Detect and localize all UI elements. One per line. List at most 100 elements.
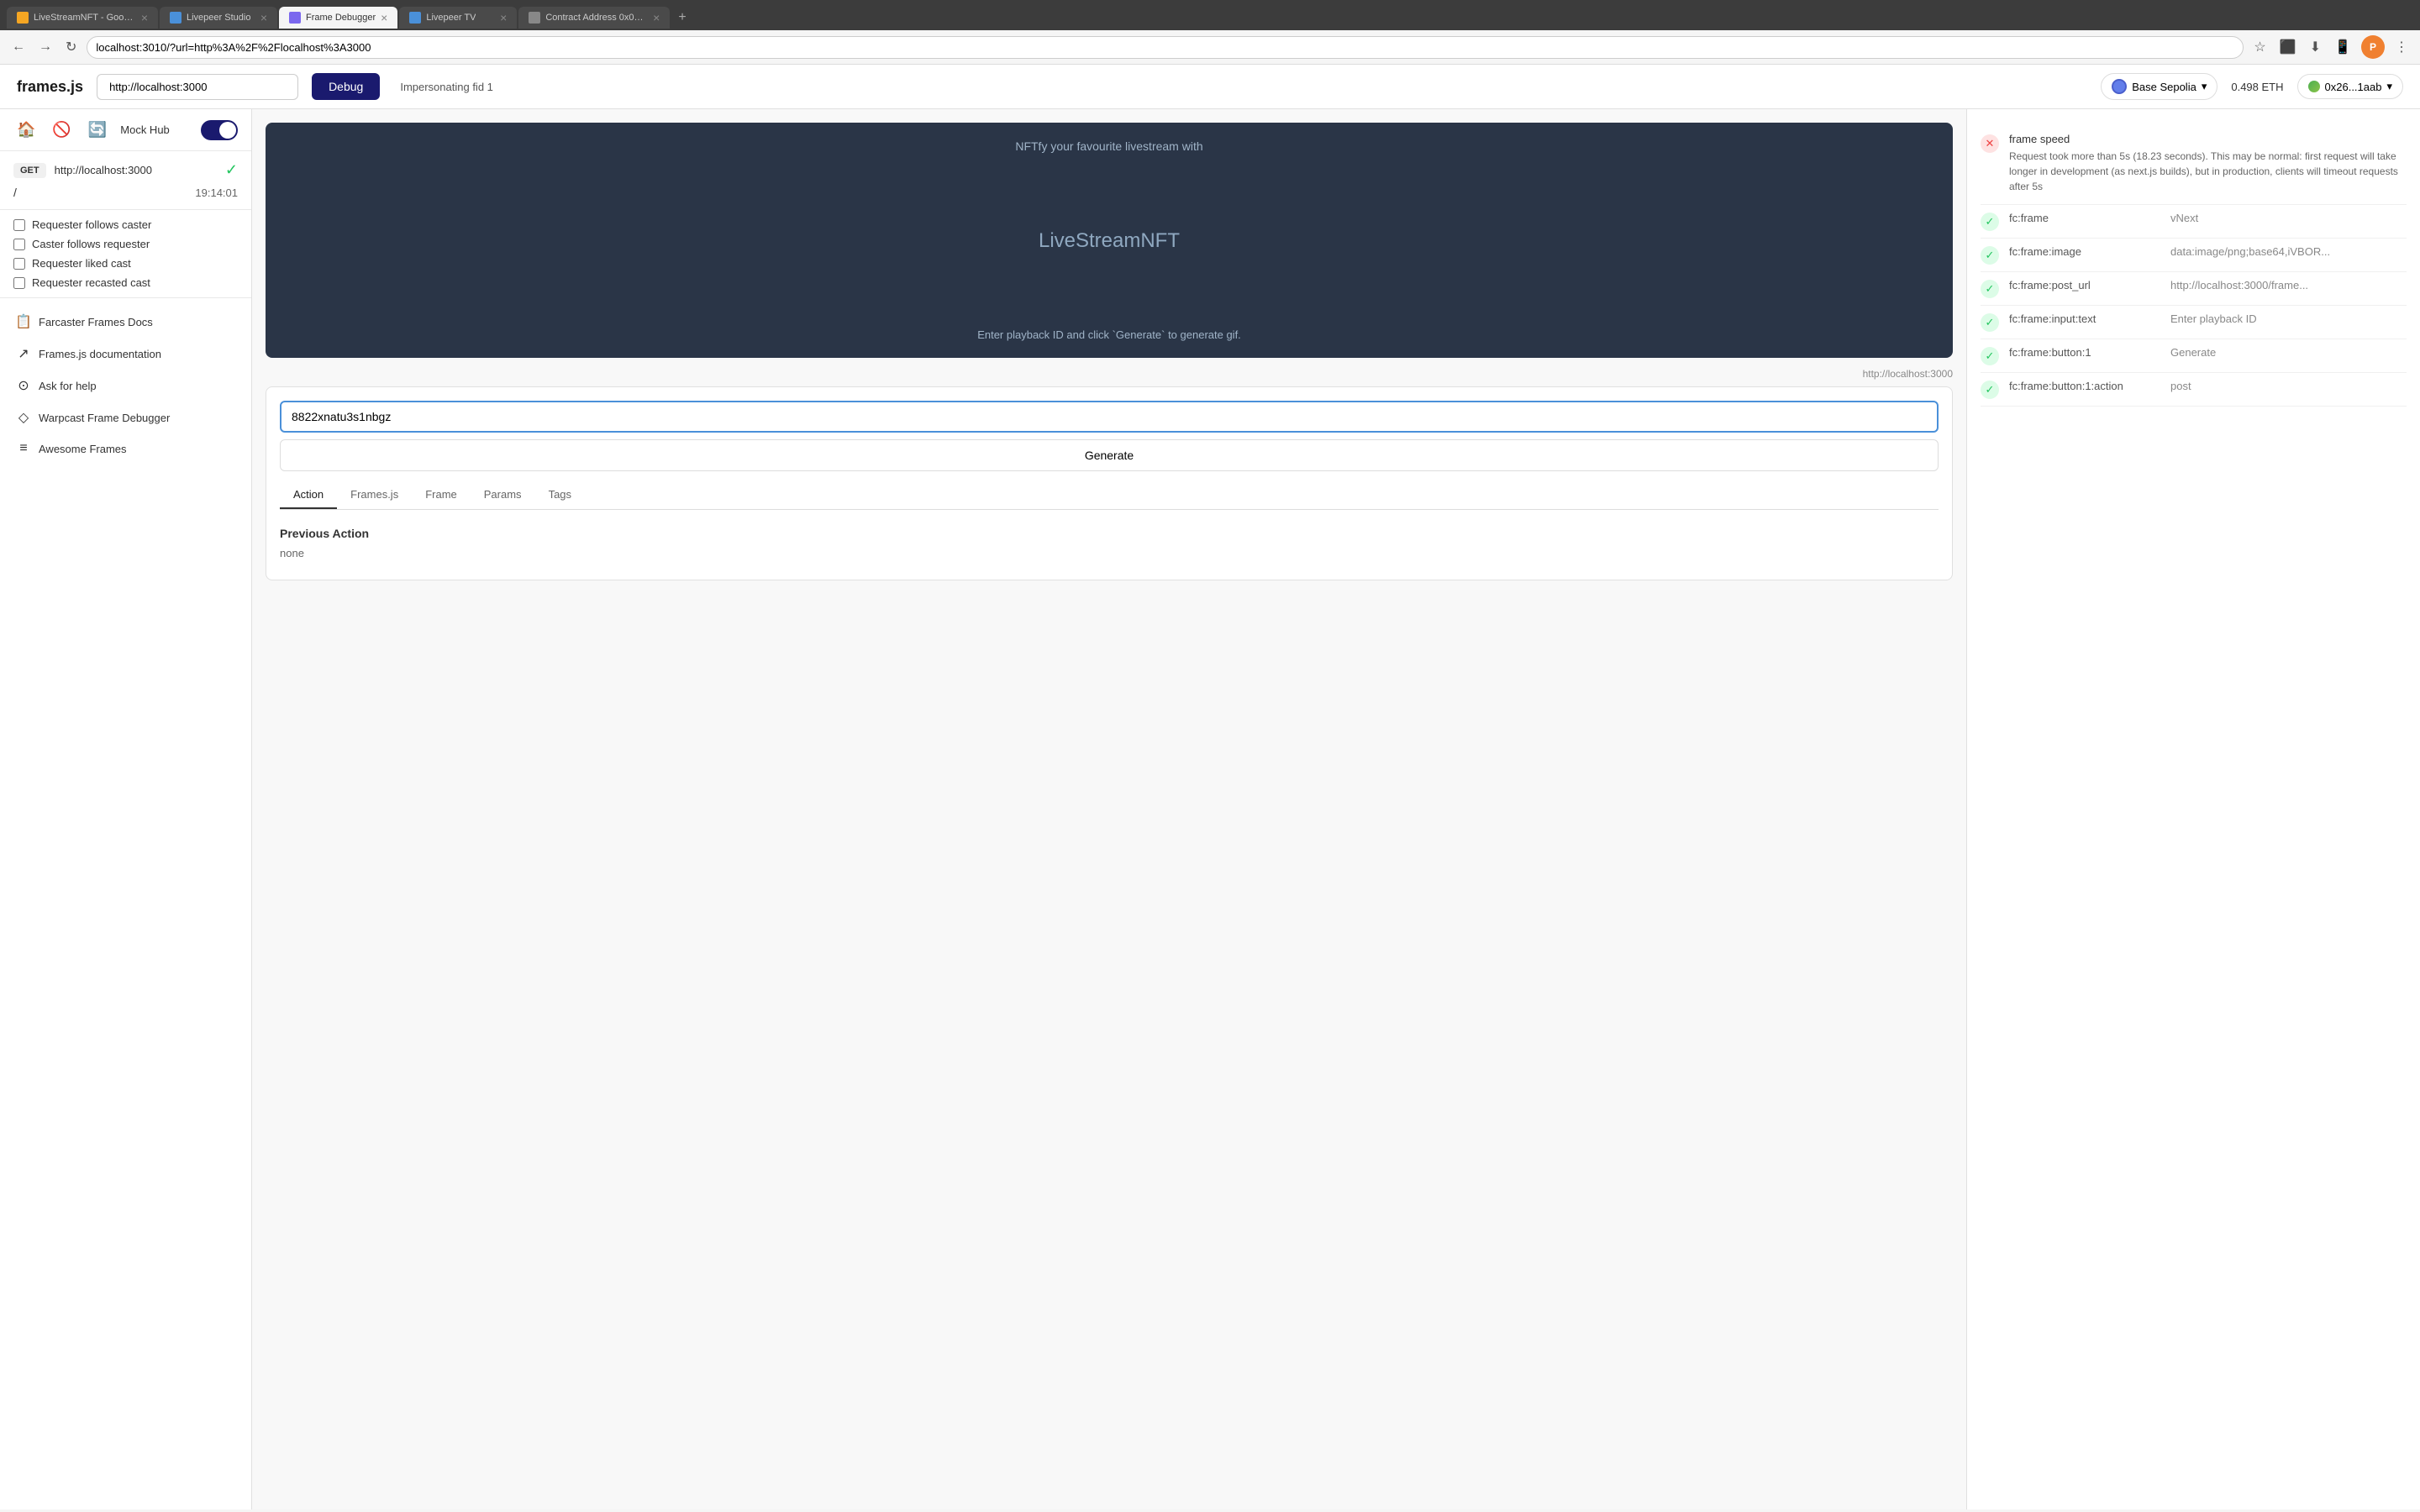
refresh-button[interactable]: ↻ [62,35,80,59]
success-icon: ✓ [1981,313,1999,332]
chevron-down-icon: ▾ [2386,80,2392,93]
tab-livepeer-studio[interactable]: Livepeer Studio × [160,7,277,29]
back-button[interactable]: ← [8,36,29,58]
frame-preview: NFTfy your favourite livestream with Liv… [266,123,1953,358]
frame-card: Generate Action Frames.js Frame Params T… [266,386,1953,580]
mock-hub-label: Mock Hub [120,123,170,136]
checkbox-caster-follows[interactable]: Caster follows requester [13,238,238,250]
sidebar-item-framesjs-docs[interactable]: ↗ Frames.js documentation [7,339,245,369]
tab-contract-address[interactable]: Contract Address 0x076d96... × [518,7,670,29]
tab-framesjs[interactable]: Frames.js [337,481,412,509]
browser-toolbar: ← → ↻ ☆ ⬛ ⬇ 📱 P ⋮ [0,30,2420,65]
tab-title: Frame Debugger [306,13,376,23]
timestamp: 19:14:01 [195,186,238,199]
browser-tabs: LiveStreamNFT - Google Sli... × Livepeer… [0,0,2420,30]
tab-favicon [17,12,29,24]
sidebar: 🏠 🚫 🔄 Mock Hub GET http://localhost:3000… [0,109,252,1509]
sidebar-link-label: Farcaster Frames Docs [39,316,153,328]
tab-close-icon[interactable]: × [141,12,148,24]
tab-frame[interactable]: Frame [412,481,471,509]
tab-livepeer-tv[interactable]: Livepeer TV × [399,7,517,29]
device-icon[interactable]: 📱 [2331,35,2354,59]
meta-value: Generate [2170,346,2216,359]
wallet-address[interactable]: 0x26...1aab ▾ [2297,74,2403,99]
main-layout: 🏠 🚫 🔄 Mock Hub GET http://localhost:3000… [0,109,2420,1509]
sidebar-item-farcaster-docs[interactable]: 📋 Farcaster Frames Docs [7,307,245,337]
header-right: Base Sepolia ▾ 0.498 ETH 0x26...1aab ▾ [2101,73,2403,100]
success-icon: ✓ [1981,213,1999,231]
tab-close-icon[interactable]: × [260,12,267,24]
tab-frame-debugger[interactable]: Frame Debugger × [279,7,397,29]
wallet-address-text: 0x26...1aab [2325,81,2382,93]
tab-favicon [170,12,182,24]
stop-button[interactable]: 🚫 [49,118,74,142]
sidebar-item-awesome-frames[interactable]: ≡ Awesome Frames [7,434,245,463]
sidebar-link-label: Frames.js documentation [39,348,161,360]
meta-value: data:image/png;base64,iVBOR... [2170,245,2330,258]
method-badge: GET [13,163,46,178]
browser-actions: ☆ ⬛ ⬇ 📱 P ⋮ [2250,35,2412,59]
sidebar-item-ask-help[interactable]: ⊙ Ask for help [7,370,245,401]
tab-close-icon[interactable]: × [653,12,660,24]
checkbox-input[interactable] [13,277,25,289]
playback-id-input[interactable] [280,401,1939,433]
menu-icon[interactable]: ⋮ [2391,35,2412,59]
tab-action[interactable]: Action [280,481,337,509]
forward-button[interactable]: → [35,36,55,58]
checkbox-input[interactable] [13,258,25,270]
frame-url-hint: http://localhost:3000 [266,368,1953,380]
tab-tags[interactable]: Tags [535,481,585,509]
frame-header-text: NFTfy your favourite livestream with [1015,139,1202,153]
app-header: frames.js Debug Impersonating fid 1 Base… [0,65,2420,109]
meta-key: fc:frame:image [2009,245,2160,258]
meta-value: vNext [2170,212,2198,224]
network-selector[interactable]: Base Sepolia ▾ [2101,73,2217,100]
app-logo: frames.js [17,78,83,96]
speed-label: frame speed [2009,133,2407,145]
checkbox-input[interactable] [13,219,25,231]
download-icon[interactable]: ⬇ [2307,35,2324,59]
meta-key: fc:frame [2009,212,2160,224]
meta-key: fc:frame:input:text [2009,312,2160,325]
success-icon: ✓ [1981,347,1999,365]
frame-title-text: LiveStreamNFT [1039,229,1180,253]
tab-favicon [529,12,540,24]
tab-livestreamnft[interactable]: LiveStreamNFT - Google Sli... × [7,7,158,29]
external-link-icon: ↗ [15,345,32,362]
impersonating-badge: Impersonating fid 1 [400,81,493,93]
checkbox-requester-recasted[interactable]: Requester recasted cast [13,276,238,289]
checkbox-input[interactable] [13,239,25,250]
meta-row-fc-frame-image: ✓ fc:frame:image data:image/png;base64,i… [1981,239,2407,272]
sidebar-link-label: Ask for help [39,380,97,392]
bookmark-icon[interactable]: ☆ [2250,35,2269,59]
meta-row-fc-frame-button1: ✓ fc:frame:button:1 Generate [1981,339,2407,373]
profile-avatar[interactable]: P [2361,35,2385,59]
wallet-icon [2308,81,2320,92]
meta-row-fc-frame-button1-action: ✓ fc:frame:button:1:action post [1981,373,2407,407]
request-row: GET http://localhost:3000 ✓ [13,161,238,179]
tab-close-icon[interactable]: × [500,12,507,24]
tab-favicon [289,12,301,24]
meta-key: fc:frame:button:1 [2009,346,2160,359]
checkbox-requester-liked[interactable]: Requester liked cast [13,257,238,270]
eth-balance: 0.498 ETH [2231,81,2283,93]
chevron-down-icon: ▾ [2202,80,2207,93]
url-input[interactable] [97,74,298,100]
sidebar-item-warpcast[interactable]: ◇ Warpcast Frame Debugger [7,402,245,433]
debug-button[interactable]: Debug [312,73,380,100]
request-url: http://localhost:3000 [55,164,217,176]
extension-icon[interactable]: ⬛ [2276,35,2300,59]
mock-hub-toggle[interactable] [201,120,238,140]
tab-title: Contract Address 0x076d96... [545,13,648,23]
center-panel: NFTfy your favourite livestream with Liv… [252,109,1966,1509]
network-label: Base Sepolia [2132,81,2196,93]
checkbox-requester-follows[interactable]: Requester follows caster [13,218,238,231]
generate-button[interactable]: Generate [280,439,1939,471]
home-button[interactable]: 🏠 [13,118,39,142]
diamond-icon: ◇ [15,409,32,426]
tab-params[interactable]: Params [471,481,535,509]
reload-button[interactable]: 🔄 [85,118,110,142]
new-tab-button[interactable]: + [671,5,692,30]
tab-close-icon[interactable]: × [381,12,387,24]
address-bar[interactable] [87,36,2244,59]
